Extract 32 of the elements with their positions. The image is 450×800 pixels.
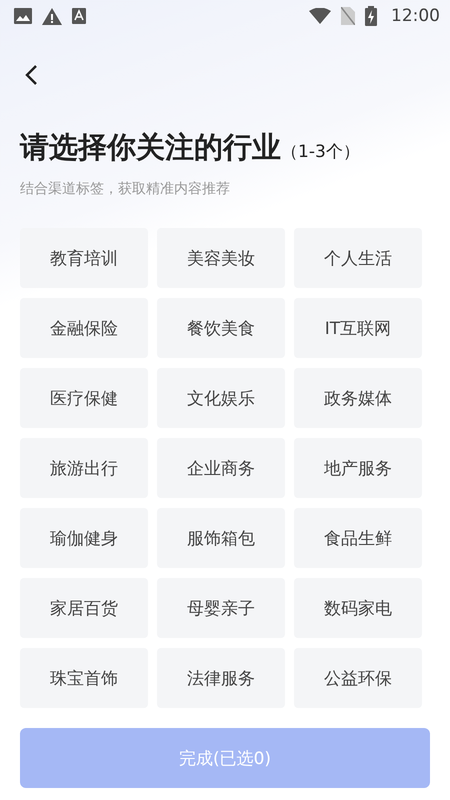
- industry-option[interactable]: 公益环保: [294, 648, 422, 708]
- image-icon: [14, 8, 32, 24]
- page-subtitle: 结合渠道标签，获取精准内容推荐: [20, 180, 231, 198]
- battery-charging-icon: [365, 6, 377, 26]
- industry-option[interactable]: 食品生鲜: [294, 508, 422, 568]
- industry-option[interactable]: 企业商务: [157, 438, 285, 498]
- industry-option[interactable]: 瑜伽健身: [20, 508, 148, 568]
- selection-limit: （1-3个）: [281, 141, 360, 163]
- industry-option[interactable]: 政务媒体: [294, 368, 422, 428]
- industry-option[interactable]: 家居百货: [20, 578, 148, 638]
- industry-option[interactable]: 母婴亲子: [157, 578, 285, 638]
- industry-option[interactable]: 数码家电: [294, 578, 422, 638]
- page-title: 请选择你关注的行业: [20, 129, 281, 166]
- industry-option[interactable]: 地产服务: [294, 438, 422, 498]
- wifi-icon: [309, 8, 331, 24]
- status-time: 12:00: [391, 6, 440, 26]
- industry-option[interactable]: 文化娱乐: [157, 368, 285, 428]
- industry-option[interactable]: 金融保险: [20, 298, 148, 358]
- industry-option[interactable]: 珠宝首饰: [20, 648, 148, 708]
- industry-option[interactable]: 旅游出行: [20, 438, 148, 498]
- industry-option[interactable]: 医疗保健: [20, 368, 148, 428]
- warning-icon: [42, 8, 62, 24]
- industry-option[interactable]: 个人生活: [294, 228, 422, 288]
- no-sim-icon: [341, 7, 355, 25]
- back-icon: [24, 64, 38, 86]
- font-icon: [72, 8, 86, 24]
- industry-option[interactable]: 法律服务: [157, 648, 285, 708]
- industry-option[interactable]: 服饰箱包: [157, 508, 285, 568]
- industry-option[interactable]: IT互联网: [294, 298, 422, 358]
- industry-option[interactable]: 教育培训: [20, 228, 148, 288]
- industry-option[interactable]: 餐饮美食: [157, 298, 285, 358]
- industry-option[interactable]: 美容美妆: [157, 228, 285, 288]
